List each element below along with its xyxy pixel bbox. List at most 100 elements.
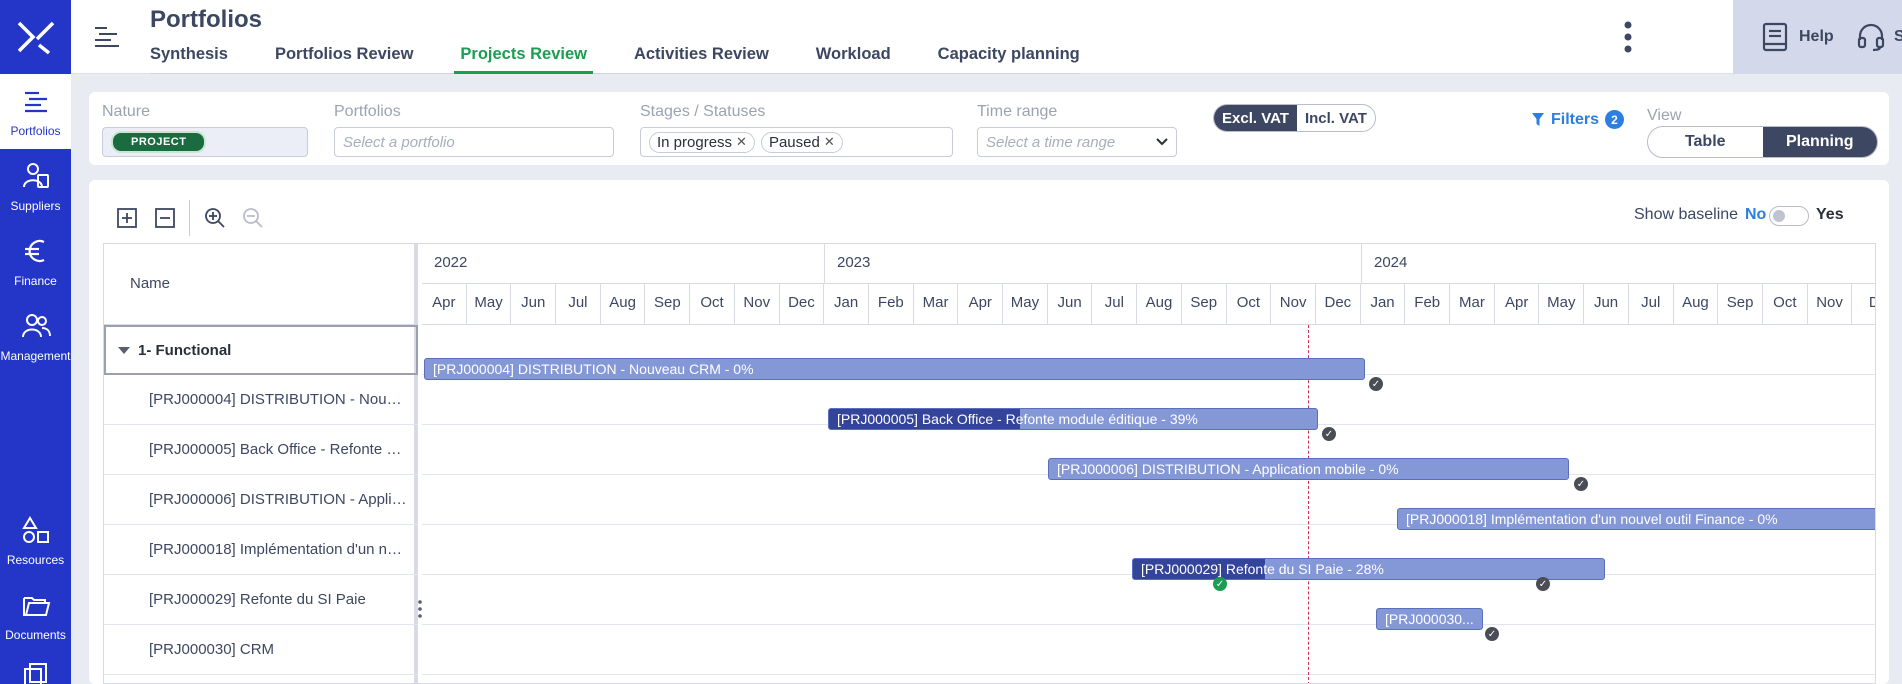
nature-select[interactable]: PROJECT	[102, 127, 308, 157]
portfolios-label: Portfolios	[334, 103, 401, 120]
view-planning-option[interactable]: Planning	[1762, 127, 1877, 157]
month-cell: Jul	[1093, 284, 1138, 325]
incl-vat-option[interactable]: Incl. VAT	[1297, 105, 1375, 131]
project-name-row[interactable]: [PRJ000029] Refonte du SI Paie	[104, 575, 418, 625]
tab-activities-review[interactable]: Activities Review	[634, 40, 769, 73]
top-header: Portfolios Synthesis Portfolios Review P…	[71, 0, 1902, 74]
project-name: [PRJ000005] Back Office - Refonte module…	[149, 441, 409, 458]
gantt-bar[interactable]: [PRJ000030...	[1376, 608, 1483, 630]
gantt-grid: Name 1- Functional [PRJ000004] DISTRIBUT…	[103, 243, 1876, 684]
chip-label: In progress	[657, 133, 733, 151]
show-baseline-label: Show baseline	[1634, 206, 1739, 223]
remove-chip-icon[interactable]: ✕	[824, 134, 835, 150]
zoom-in-icon[interactable]	[203, 206, 227, 230]
gantt-bar[interactable]: [PRJ000029] Refonte du SI Paie - 28%	[1132, 558, 1605, 580]
bar-label: [PRJ000005] Back Office - Refonte module…	[837, 411, 1198, 427]
expand-all-icon[interactable]	[115, 206, 139, 230]
year-header: 2022 2023 2024	[422, 244, 1875, 284]
project-name-row[interactable]: [PRJ000005] Back Office - Refonte module…	[104, 425, 418, 475]
euro-icon	[24, 239, 44, 262]
baseline-yes-label: Yes	[1816, 206, 1844, 223]
more-options-icon[interactable]	[1622, 20, 1634, 54]
month-cell: Sep	[1718, 284, 1763, 325]
view-table-option[interactable]: Table	[1648, 127, 1763, 157]
month-cell: Jun	[1048, 284, 1093, 325]
toolbar-divider	[189, 200, 190, 236]
bar-label: [PRJ000018] Implémentation d'un nouvel o…	[1406, 511, 1778, 527]
remove-chip-icon[interactable]: ✕	[736, 134, 747, 150]
help-label: Help	[1799, 28, 1834, 45]
collapse-all-icon[interactable]	[153, 206, 177, 230]
rail-item-portfolios[interactable]: Portfolios	[0, 74, 71, 149]
time-range-select[interactable]: Select a time range	[977, 127, 1177, 157]
project-name: [PRJ000018] Implémentation d'un nouvel o…	[149, 541, 409, 558]
month-cell: Feb	[1405, 284, 1451, 325]
tab-synthesis[interactable]: Synthesis	[150, 40, 228, 73]
excl-vat-option[interactable]: Excl. VAT	[1214, 105, 1297, 131]
month-cell: Jul	[1629, 284, 1674, 325]
left-rail: Portfolios Suppliers Finance Management …	[0, 0, 71, 684]
support-button[interactable]: Support	[1856, 22, 1902, 52]
logo-icon	[17, 21, 54, 55]
milestone-check-icon[interactable]: ✓	[1369, 377, 1383, 391]
bar-label: [PRJ000006] DISTRIBUTION - Application m…	[1057, 461, 1399, 477]
planning-panel: Show baseline No Yes Name 1- Functional …	[89, 180, 1889, 684]
bar-label: [PRJ000029] Refonte du SI Paie - 28%	[1141, 561, 1384, 577]
portfolios-icon	[24, 91, 47, 112]
month-cell: Oct	[1227, 284, 1272, 325]
portfolio-select[interactable]: Select a portfolio	[334, 127, 614, 157]
month-cell: Aug	[1137, 284, 1182, 325]
tab-portfolios-review[interactable]: Portfolios Review	[275, 40, 413, 73]
help-button[interactable]: Help	[1761, 22, 1834, 52]
rail-label: Suppliers	[10, 198, 61, 213]
portfolio-placeholder: Select a portfolio	[343, 133, 455, 151]
project-name-row[interactable]: [PRJ000030] CRM	[104, 625, 418, 675]
chip-in-progress[interactable]: In progress ✕	[649, 131, 755, 153]
month-cell: D	[1852, 284, 1875, 325]
rail-item-finance[interactable]: Finance	[0, 224, 71, 299]
tab-projects-review[interactable]: Projects Review	[454, 40, 593, 74]
caret-down-icon[interactable]	[118, 346, 130, 354]
stages-select[interactable]: In progress ✕ Paused ✕	[640, 127, 953, 157]
month-cell: Oct	[1763, 284, 1808, 325]
tab-capacity-planning[interactable]: Capacity planning	[938, 40, 1080, 73]
bar-label: [PRJ000004] DISTRIBUTION - Nouveau CRM -…	[433, 361, 754, 377]
month-cell: Mar	[1450, 284, 1495, 325]
month-cell: Sep	[646, 284, 691, 325]
rail-item-resources[interactable]: Resources	[0, 503, 71, 578]
milestone-check-icon[interactable]: ✓	[1536, 577, 1550, 591]
milestone-check-icon[interactable]: ✓	[1322, 427, 1336, 441]
name-column-header[interactable]: Name	[104, 244, 418, 325]
chip-paused[interactable]: Paused ✕	[760, 131, 843, 153]
milestone-check-icon[interactable]: ✓	[1213, 577, 1227, 591]
gantt-bar[interactable]: [PRJ000005] Back Office - Refonte module…	[828, 408, 1318, 430]
month-cell: Apr	[422, 284, 467, 325]
project-name: [PRJ000030] CRM	[149, 641, 275, 658]
month-cell: Mar	[914, 284, 959, 325]
project-name-row[interactable]: [PRJ000004] DISTRIBUTION - Nouveau CRM	[104, 375, 418, 425]
zoom-out-icon[interactable]	[241, 206, 265, 230]
milestone-check-icon[interactable]: ✓	[1485, 627, 1499, 641]
time-range-label: Time range	[977, 103, 1058, 120]
rail-item-suppliers[interactable]: Suppliers	[0, 149, 71, 224]
people-icon	[21, 313, 51, 337]
app-logo[interactable]	[0, 0, 71, 74]
project-name-row[interactable]: [PRJ000006] DISTRIBUTION - Application m…	[104, 475, 418, 525]
rail-item-more[interactable]	[22, 662, 50, 684]
tab-workload[interactable]: Workload	[816, 40, 891, 73]
stages-label: Stages / Statuses	[640, 103, 766, 120]
rail-item-documents[interactable]: Documents	[0, 578, 71, 653]
filters-button[interactable]: Filters 2	[1531, 110, 1625, 129]
rail-label: Management	[0, 348, 71, 363]
milestone-check-icon[interactable]: ✓	[1574, 477, 1588, 491]
gantt-bar[interactable]: [PRJ000018] Implémentation d'un nouvel o…	[1397, 508, 1875, 530]
rail-label: Portfolios	[10, 123, 61, 138]
gantt-bar[interactable]: [PRJ000006] DISTRIBUTION - Application m…	[1048, 458, 1569, 480]
group-row[interactable]: 1- Functional	[104, 325, 418, 375]
menu-toggle-icon[interactable]	[93, 25, 121, 49]
gantt-bar[interactable]: [PRJ000004] DISTRIBUTION - Nouveau CRM -…	[424, 358, 1365, 380]
project-name-row[interactable]: [PRJ000018] Implémentation d'un nouvel o…	[104, 525, 418, 575]
rail-item-management[interactable]: Management	[0, 299, 71, 374]
vat-toggle: Excl. VAT Incl. VAT	[1213, 104, 1376, 132]
baseline-toggle[interactable]	[1769, 206, 1809, 226]
